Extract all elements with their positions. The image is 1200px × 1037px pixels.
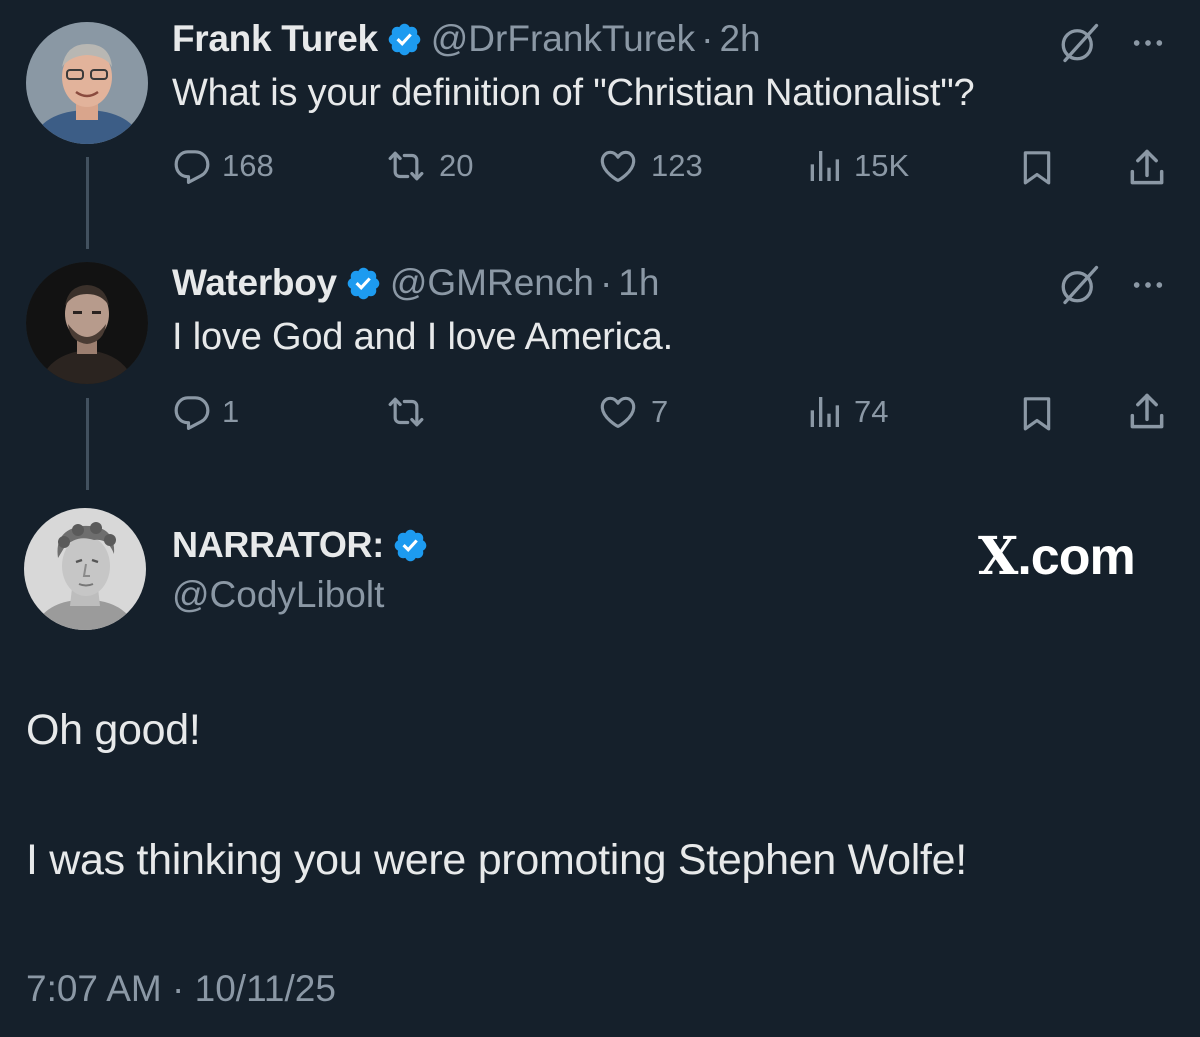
tweet-header: Waterboy @GMRench · 1h [172, 262, 659, 304]
bookmark-button[interactable] [1017, 392, 1057, 439]
user-handle[interactable]: @CodyLibolt [172, 574, 384, 616]
watermark-suffix: .com [1017, 528, 1135, 586]
like-button[interactable]: 7 [595, 392, 668, 432]
thread-connector [86, 398, 89, 490]
avatar-waterboy[interactable] [26, 262, 148, 384]
share-icon [1125, 390, 1169, 434]
bookmark-button[interactable] [1017, 146, 1057, 193]
avatar-narrator[interactable] [24, 508, 146, 630]
display-name[interactable]: Waterboy [172, 262, 337, 304]
xcom-watermark: X.com [978, 526, 1136, 587]
more-icon[interactable] [1128, 268, 1168, 302]
reply-button[interactable]: 168 [172, 146, 274, 186]
verified-badge-icon[interactable] [392, 527, 429, 564]
repost-count: 20 [439, 148, 474, 183]
reply-count: 1 [222, 394, 240, 429]
verified-badge-icon[interactable] [386, 21, 423, 58]
x-logo-icon: X [978, 526, 1018, 587]
like-count: 123 [651, 148, 703, 183]
like-button[interactable]: 123 [595, 146, 703, 186]
views-icon [804, 392, 844, 432]
user-handle[interactable]: @GMRench [390, 262, 594, 304]
post-timestamp[interactable]: 7:07 AM · 10/11/25 [26, 968, 336, 1010]
post-time[interactable]: 2h [719, 18, 760, 60]
reply-button[interactable]: 1 [172, 392, 239, 432]
thread-connector [86, 157, 89, 249]
avatar-frank-turek[interactable] [26, 22, 148, 144]
author-name-row: NARRATOR: [172, 524, 437, 566]
display-name[interactable]: Frank Turek [172, 18, 378, 60]
post-time[interactable]: 1h [618, 262, 659, 304]
author-handle-row: @CodyLibolt [172, 574, 384, 616]
tweet-text-line-2: I was thinking you were promoting Stephe… [26, 836, 967, 884]
bookmark-icon [1017, 392, 1057, 434]
repost-button[interactable]: 20 [383, 146, 473, 186]
display-name[interactable]: NARRATOR: [172, 524, 384, 566]
reply-icon [172, 146, 212, 186]
grok-icon[interactable] [1058, 22, 1100, 64]
reply-icon [172, 392, 212, 432]
repost-icon [383, 146, 429, 186]
views-icon [804, 146, 844, 186]
tweet-text: I love God and I love America. [172, 316, 673, 358]
user-handle[interactable]: @DrFrankTurek [431, 18, 695, 60]
separator: · [599, 262, 613, 303]
views-button[interactable]: 15K [804, 146, 909, 186]
share-icon [1125, 146, 1169, 190]
share-button[interactable] [1125, 146, 1169, 195]
bookmark-icon [1017, 146, 1057, 188]
verified-badge-icon[interactable] [345, 265, 382, 302]
like-icon [595, 146, 641, 186]
separator: · [701, 18, 714, 59]
like-count: 7 [651, 394, 669, 429]
tweet-text-line-1: Oh good! [26, 706, 201, 754]
tweet-text: What is your definition of "Christian Na… [172, 72, 975, 114]
grok-icon[interactable] [1058, 264, 1100, 306]
like-icon [595, 392, 641, 432]
share-button[interactable] [1125, 390, 1169, 439]
views-button[interactable]: 74 [804, 392, 888, 432]
more-icon[interactable] [1128, 26, 1168, 60]
reply-count: 168 [222, 148, 274, 183]
views-count: 15K [854, 148, 910, 183]
repost-icon [383, 392, 429, 432]
tweet-header: Frank Turek @DrFrankTurek · 2h [172, 18, 761, 60]
repost-button[interactable] [383, 392, 439, 432]
views-count: 74 [854, 394, 889, 429]
